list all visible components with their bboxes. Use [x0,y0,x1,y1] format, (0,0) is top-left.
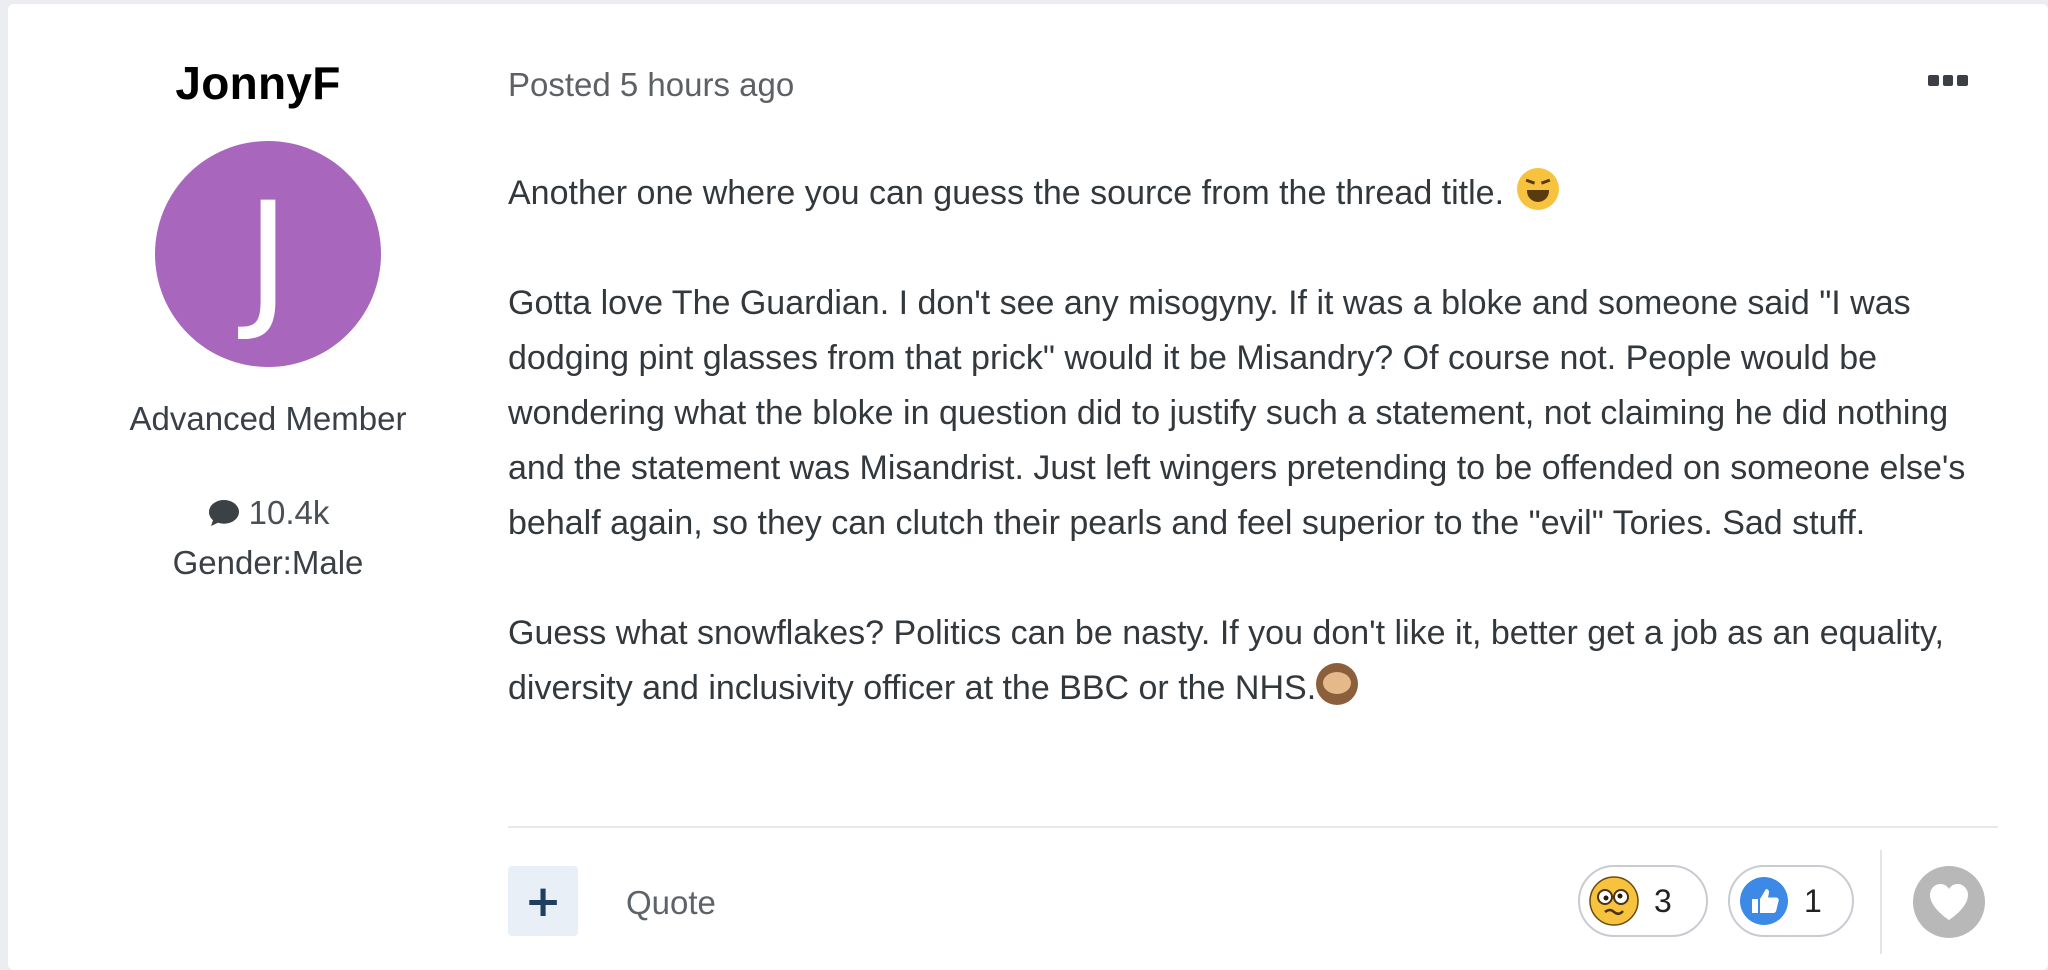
see-no-evil-monkey-emoji-icon [1316,663,1359,705]
quote-button[interactable]: Quote [626,884,716,922]
thumbs-up-icon [1740,877,1788,925]
divider [508,826,1998,828]
post-timestamp[interactable]: Posted 5 hours ago [508,66,794,104]
author-post-count: 10.4k [8,494,528,532]
post-paragraph: Guess what snowflakes? Politics can be n… [508,614,1944,707]
speech-bubble-icon [208,500,239,526]
reaction-confused[interactable]: 3 [1578,865,1708,937]
reaction-like[interactable]: 1 [1728,865,1854,937]
divider [1880,850,1882,954]
post-count-value: 10.4k [248,494,330,531]
multiquote-plus-button[interactable]: + [508,866,578,936]
laughing-emoji-icon [1517,168,1560,210]
avatar-letter: J [245,171,291,345]
reaction-like-count: 1 [1804,882,1822,919]
forum-post: JonnyF J Advanced Member 10.4k Gender:Ma… [8,4,2048,970]
post-paragraph: Another one where you can guess the sour… [508,166,2008,221]
post-paragraph: Gotta love The Guardian. I don't see any… [508,284,1966,542]
more-options-icon[interactable] [1928,72,1969,88]
post-body: Another one where you can guess the sour… [508,166,2008,716]
confused-face-icon [1589,876,1639,926]
author-gender: Gender:Male [172,544,364,581]
post-content: Posted 5 hours ago Another one where you… [508,4,2008,970]
author-rank: Advanced Member [129,400,407,437]
avatar[interactable]: J [155,141,381,367]
author-username[interactable]: JonnyF [8,56,508,110]
reaction-confused-count: 3 [1654,882,1672,919]
author-panel: JonnyF J Advanced Member 10.4k Gender:Ma… [8,4,528,970]
react-button[interactable] [1913,866,1985,938]
heart-icon [1930,884,1968,920]
